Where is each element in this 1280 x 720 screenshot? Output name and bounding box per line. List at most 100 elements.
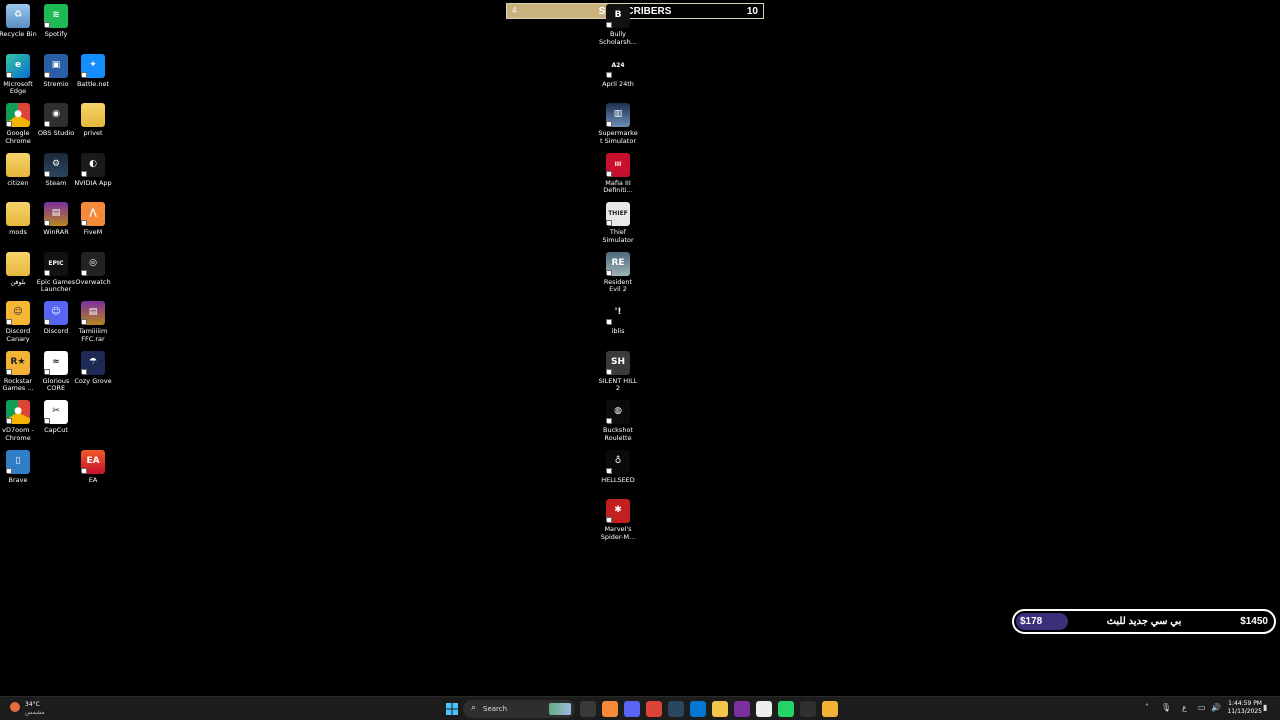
desktop-icon-label: Buckshot Roulette	[603, 426, 633, 442]
capcut-icon[interactable]	[756, 701, 772, 717]
shortcut-arrow-icon	[44, 71, 50, 78]
shortcut-arrow-icon	[44, 220, 50, 226]
desktop-icon-label: Supermarket Simulator	[598, 129, 638, 145]
desktop-icon-stremio[interactable]: ▣ Stremio	[36, 53, 76, 89]
game-icon-iblis[interactable]: '! iblis	[598, 301, 638, 336]
microsoft-store-icon[interactable]	[690, 701, 706, 717]
shortcut-arrow-icon	[44, 319, 50, 325]
weather-sun-icon	[10, 702, 20, 712]
fivem-icon: ⋀	[81, 202, 105, 226]
taskbar-search[interactable]: ⌕ Search	[463, 700, 575, 718]
shortcut-arrow-icon	[44, 418, 50, 424]
clock[interactable]: 1:44:59 PM 11/13/2025	[1224, 700, 1262, 716]
discord-icon[interactable]	[624, 701, 640, 717]
notification-icon[interactable]: ▮	[1263, 703, 1267, 712]
desktop-icon-obs-studio[interactable]: ◉ OBS Studio	[36, 103, 76, 138]
desktop-icon-label: Spotify	[44, 30, 68, 38]
capcut-icon: ✂	[44, 400, 68, 424]
discord-icon: ☺	[44, 301, 68, 325]
volume-icon[interactable]: 🔊	[1211, 703, 1221, 712]
obs-icon[interactable]	[800, 701, 816, 717]
overwatch-icon: ◎	[81, 251, 105, 276]
game-icon-resident-evil-2[interactable]: RE Resident Evil 2	[598, 251, 638, 294]
desktop-icon-label: Steam	[45, 178, 67, 187]
game-icon-bully-scholarsh[interactable]: B Bully Scholarsh...	[598, 4, 638, 46]
shortcut-arrow-icon	[6, 368, 12, 375]
desktop-icon-google-chrome[interactable]: ● Google Chrome	[0, 103, 38, 145]
whatsapp-icon[interactable]	[778, 701, 794, 717]
steam-icon[interactable]	[668, 701, 684, 717]
game-icon-marvel-s-spider-m[interactable]: ✱ Marvel's Spider-M...	[598, 499, 638, 541]
mafia-icon: III	[606, 152, 630, 177]
glorious-icon: ≈	[44, 350, 68, 375]
file-explorer-window-icon[interactable]	[580, 701, 596, 717]
game-icon-buckshot-roulette[interactable]: ◍ Buckshot Roulette	[598, 400, 638, 442]
shortcut-arrow-icon	[81, 220, 87, 226]
fivem-icon[interactable]	[602, 701, 618, 717]
desktop-icon-discord[interactable]: ☺ Discord	[36, 301, 76, 336]
desktop-icon-mods[interactable]: mods	[0, 202, 38, 237]
microphone-icon[interactable]: 🎙	[1161, 703, 1171, 712]
desktop-icon-label: Recycle Bin	[0, 30, 37, 38]
shortcut-arrow-icon	[606, 319, 612, 325]
game-icon-thief-simulator[interactable]: THIEF Thief Simulator	[598, 202, 638, 244]
chrome-icon[interactable]	[646, 701, 662, 717]
language-indicator[interactable]: ع	[1182, 703, 1187, 712]
discord-canary-icon: ☺	[6, 301, 30, 325]
desktop-icon-capcut[interactable]: ✂ CapCut	[36, 400, 76, 435]
file-explorer-icon[interactable]	[712, 701, 728, 717]
desktop-icon-spotify[interactable]: ≋ Spotify	[36, 4, 76, 39]
desktop-icon-rockstar-games[interactable]: R★ Rockstar Games ...	[0, 350, 38, 393]
shortcut-arrow-icon	[606, 517, 612, 523]
shortcut-arrow-icon	[6, 467, 12, 474]
game-icon-mafia-iii-definiti[interactable]: III Mafia III Definiti...	[598, 152, 638, 195]
desktop-icon-steam[interactable]: ⚙ Steam	[36, 152, 76, 188]
game-icon-hellseed[interactable]: ♁ HELLSEED	[598, 449, 638, 485]
desktop-icon-brave[interactable]: ▯ Brave	[0, 449, 38, 485]
desktop-icon-label: Marvel's Spider-M...	[600, 525, 636, 541]
bully-icon: B	[606, 4, 630, 28]
game-icon-supermarket-simulator[interactable]: ▥ Supermarket Simulator	[598, 103, 638, 145]
desktop-icon-glorious-core[interactable]: ≈ Glorious CORE	[36, 350, 76, 393]
desktop-icon-discord-canary[interactable]: ☺ Discord Canary	[0, 301, 38, 343]
desktop-icon-vd7oom-chrome[interactable]: ● vD7oom - Chrome	[0, 400, 38, 442]
desktop-icon-overwatch[interactable]: ◎ Overwatch	[73, 251, 113, 287]
desktop-icon-citizen[interactable]: citizen	[0, 152, 38, 188]
chevron-up-icon[interactable]: ˄	[1145, 703, 1149, 712]
desktop-icon-[interactable]: بلوفن	[0, 251, 38, 287]
desktop-icon-label: Overwatch	[75, 277, 111, 286]
desktop-icon-battle-net[interactable]: ✦ Battle.net	[73, 53, 113, 89]
desktop-icon-privet[interactable]: privet	[73, 103, 113, 138]
winrar-archive-icon: ▤	[81, 301, 105, 325]
network-icon[interactable]: ▭	[1198, 703, 1206, 712]
desktop-icon-label: Discord	[43, 327, 69, 335]
chrome-canary-icon[interactable]	[822, 701, 838, 717]
desktop-icon-cozy-grove[interactable]: ☂ Cozy Grove	[73, 350, 113, 386]
desktop-icon-epic-games-launcher[interactable]: EPIC Epic Games Launcher	[36, 251, 76, 294]
winrar-icon[interactable]	[734, 701, 750, 717]
desktop-icon-fivem[interactable]: ⋀ FiveM	[73, 202, 113, 237]
spotify-icon: ≋	[44, 4, 68, 28]
start-button[interactable]	[444, 701, 460, 717]
desktop-icon-nvidia-app[interactable]: ◐ NVIDIA App	[73, 152, 113, 188]
search-label: Search	[483, 705, 508, 713]
desktop-icon-label: Brave	[8, 475, 28, 484]
shortcut-arrow-icon	[81, 467, 87, 474]
desktop-icon-ea[interactable]: EA EA	[73, 449, 113, 485]
desktop-icon-label: Epic Games Launcher	[36, 277, 76, 293]
desktop-icon-tamiiiiim-ffc-rar[interactable]: ▤ Tamiiiiim FFC.rar	[73, 301, 113, 343]
supermarket-simulator-icon: ▥	[606, 103, 630, 127]
desktop-icon-label: SILENT HILL 2	[598, 376, 638, 392]
desktop-icon-label: HELLSEED	[601, 475, 635, 484]
desktop-icon-recycle-bin[interactable]: ♻ Recycle Bin	[0, 4, 38, 39]
shortcut-arrow-icon	[6, 319, 12, 325]
game-icon-silent-hill-2[interactable]: SH SILENT HILL 2	[598, 350, 638, 393]
desktop-icon-microsoft-edge[interactable]: e Microsoft Edge	[0, 53, 38, 96]
game-icon-april-24th[interactable]: A24 April 24th	[598, 53, 638, 89]
nvidia-icon: ◐	[81, 152, 105, 177]
shortcut-arrow-icon	[81, 71, 87, 78]
shortcut-arrow-icon	[606, 418, 612, 424]
desktop-icon-label: Bully Scholarsh...	[599, 30, 637, 46]
desktop-icon-winrar[interactable]: ▤ WinRAR	[36, 202, 76, 237]
subscribers-goal: 10	[746, 6, 758, 17]
